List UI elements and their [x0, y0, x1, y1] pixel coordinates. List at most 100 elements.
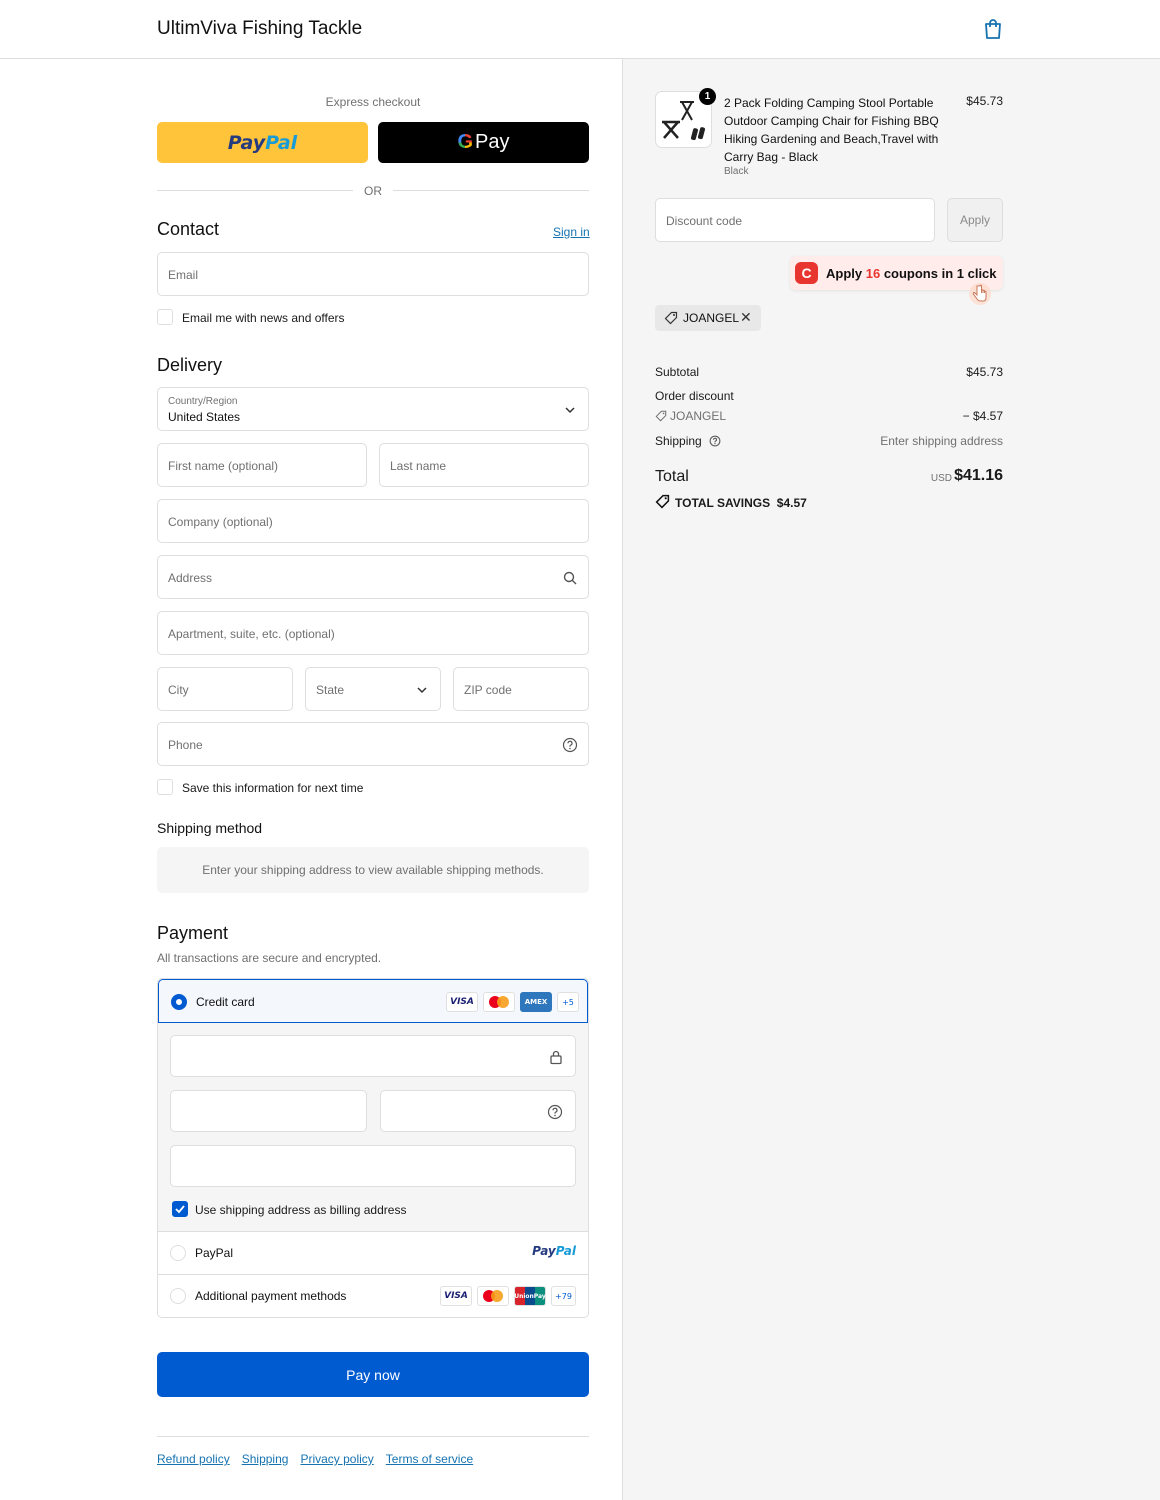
paypal-logo-part1: Pay	[532, 1244, 556, 1258]
shipping-link[interactable]: Shipping	[242, 1452, 289, 1466]
address-placeholder: Address	[168, 571, 213, 585]
last-name-placeholder: Last name	[390, 459, 447, 473]
paypal-logo-part2: Pal	[265, 131, 298, 154]
coupon-extension-icon: C	[795, 262, 818, 284]
city-field[interactable]: City	[157, 667, 293, 711]
question-circle-icon[interactable]	[562, 737, 578, 753]
country-select[interactable]: Country/Region United States	[157, 387, 589, 431]
payment-methods: Credit card VISA AMEX +5 Use shipping ad…	[157, 978, 589, 1318]
question-circle-icon[interactable]	[547, 1104, 563, 1120]
chevron-down-icon	[417, 687, 427, 694]
total-currency: USD	[930, 473, 952, 484]
name-on-card-field[interactable]	[170, 1145, 576, 1187]
visa-icon: VISA	[446, 992, 478, 1012]
privacy-policy-link[interactable]: Privacy policy	[300, 1452, 373, 1466]
store-name[interactable]: UltimViva Fishing Tackle	[157, 18, 362, 40]
paypal-logo-part1: Pay	[227, 131, 266, 154]
save-info-label: Save this information for next time	[182, 781, 364, 795]
apartment-field[interactable]: Apartment, suite, etc. (optional)	[157, 611, 589, 655]
subtotal-label: Subtotal	[655, 365, 700, 379]
zip-placeholder: ZIP code	[464, 683, 512, 697]
security-code-field[interactable]	[380, 1090, 576, 1132]
save-info-checkbox[interactable]	[157, 779, 173, 795]
checkmark-icon	[175, 1205, 185, 1214]
google-pay-button[interactable]: G Pay	[378, 122, 589, 163]
city-placeholder: City	[168, 683, 189, 697]
first-name-placeholder: First name (optional)	[168, 459, 279, 473]
email-field[interactable]: Email	[157, 252, 589, 296]
address-field[interactable]: Address	[157, 555, 589, 599]
news-checkbox-label: Email me with news and offers	[182, 311, 345, 325]
delivery-title: Delivery	[157, 355, 223, 375]
state-placeholder: State	[316, 683, 345, 697]
company-field[interactable]: Company (optional)	[157, 499, 589, 543]
payment-title: Payment	[157, 923, 229, 943]
express-checkout-label: Express checkout	[325, 95, 421, 109]
discount-code-field[interactable]: Discount code	[655, 198, 935, 242]
paypal-logo-part2: Pal	[555, 1244, 576, 1258]
footer-divider	[157, 1436, 589, 1437]
discount-code-text: JOANGEL	[670, 409, 727, 423]
divider-line-right	[393, 190, 589, 191]
lock-icon	[550, 1050, 562, 1065]
total-label: Total	[655, 468, 689, 485]
country-label: Country/Region	[168, 396, 238, 407]
credit-card-radio[interactable]	[171, 994, 187, 1010]
mastercard-icon	[477, 1286, 509, 1306]
product-price: $45.73	[966, 94, 1003, 108]
product-variant: Black	[724, 166, 749, 177]
apartment-placeholder: Apartment, suite, etc. (optional)	[168, 627, 335, 641]
applied-discount-code: JOANGEL	[683, 311, 740, 325]
state-select[interactable]: State	[305, 667, 441, 711]
news-checkbox[interactable]	[157, 309, 173, 325]
first-name-field[interactable]: First name (optional)	[157, 443, 367, 487]
savings-label: TOTAL SAVINGS	[675, 496, 771, 510]
shipping-method-note: Enter your shipping address to view avai…	[157, 847, 589, 893]
shipping-label-wrap: Shipping	[655, 434, 721, 448]
payment-subtitle: All transactions are secure and encrypte…	[157, 951, 382, 965]
billing-same-label: Use shipping address as billing address	[195, 1203, 407, 1217]
paypal-option[interactable]: PayPal PayPal	[158, 1231, 588, 1274]
header: UltimViva Fishing Tackle	[0, 0, 1160, 59]
expiry-field[interactable]	[170, 1090, 367, 1132]
shopping-bag-icon[interactable]	[983, 18, 1003, 40]
credit-card-option[interactable]: Credit card VISA AMEX +5	[158, 979, 588, 1023]
paypal-radio[interactable]	[170, 1245, 186, 1261]
additional-payment-option[interactable]: Additional payment methods VISA UnionPay…	[158, 1274, 588, 1317]
remove-discount-icon[interactable]: ✕	[740, 309, 752, 326]
pay-now-button[interactable]: Pay now	[157, 1352, 589, 1397]
last-name-field[interactable]: Last name	[379, 443, 589, 487]
or-divider: OR	[157, 184, 589, 198]
email-placeholder: Email	[168, 268, 199, 282]
applied-discount-chip: JOANGEL ✕	[655, 305, 761, 331]
terms-of-service-link[interactable]: Terms of service	[386, 1452, 473, 1466]
savings-value: $4.57	[776, 496, 807, 510]
discount-code-line: JOANGEL	[655, 409, 726, 423]
total-value: $41.16	[954, 467, 1003, 484]
more-methods-badge: +79	[551, 1286, 576, 1306]
tag-icon	[655, 494, 670, 509]
paypal-express-button[interactable]: Pay Pal	[157, 122, 368, 163]
sign-in-link[interactable]: Sign in	[553, 225, 590, 239]
footer-links: Refund policy Shipping Privacy policy Te…	[157, 1452, 473, 1466]
refund-policy-link[interactable]: Refund policy	[157, 1452, 230, 1466]
apply-coupons-label: Apply 16 coupons in 1 click	[826, 266, 997, 281]
paypal-logo: PayPal	[532, 1244, 576, 1258]
shipping-method-title: Shipping method	[157, 820, 263, 836]
question-circle-icon[interactable]	[709, 435, 721, 447]
search-icon	[563, 571, 577, 585]
chevron-down-icon	[565, 407, 575, 414]
billing-same-checkbox[interactable]	[172, 1201, 188, 1217]
zip-field[interactable]: ZIP code	[453, 667, 589, 711]
phone-field[interactable]: Phone	[157, 722, 589, 766]
gpay-label: Pay	[475, 131, 510, 153]
discount-amount: − $4.57	[962, 409, 1003, 423]
additional-payment-radio[interactable]	[170, 1288, 186, 1304]
coupon-count: 16	[865, 266, 881, 281]
card-number-field[interactable]	[170, 1035, 576, 1077]
quantity-badge: 1	[699, 88, 716, 105]
or-text: OR	[364, 184, 382, 198]
shipping-value: Enter shipping address	[880, 434, 1003, 448]
apply-discount-button[interactable]: Apply	[947, 198, 1003, 242]
pointer-hand-icon	[969, 283, 991, 305]
